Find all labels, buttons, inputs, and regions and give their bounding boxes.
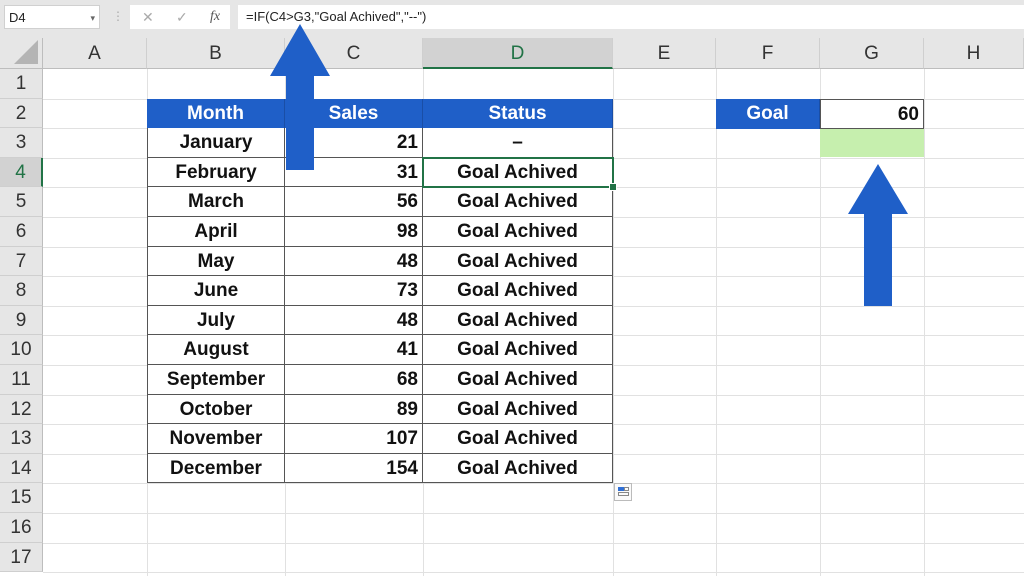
fill-handle[interactable] [609, 183, 617, 191]
select-all-icon [14, 40, 38, 64]
table-cell-status[interactable]: Goal Achived [423, 276, 613, 306]
quick-analysis-button[interactable] [614, 483, 632, 501]
table-cell-sales[interactable]: 154 [285, 453, 423, 484]
table-cell-sales[interactable]: 89 [285, 394, 423, 425]
table-cell-status[interactable]: Goal Achived [423, 187, 613, 217]
table-cell-status[interactable]: Goal Achived [423, 335, 613, 365]
row-header-4[interactable]: 4 [0, 157, 43, 188]
table-cell-month[interactable]: January [147, 128, 285, 158]
name-box[interactable]: D4 ▾ [4, 5, 100, 29]
gridline [716, 69, 717, 576]
goal-label-cell[interactable]: Goal [716, 99, 820, 129]
row-header-8[interactable]: 8 [0, 276, 43, 306]
table-cell-month[interactable]: September [147, 365, 285, 395]
table-header-status[interactable]: Status [423, 98, 613, 129]
table-cell-month[interactable]: October [147, 394, 285, 425]
table-cell-month[interactable]: April [147, 217, 285, 247]
formula-buttons: ✕ ✓ fx [130, 5, 230, 29]
table-cell-status[interactable]: Goal Achived [423, 394, 613, 425]
row-header-11[interactable]: 11 [0, 365, 43, 395]
row-header-7[interactable]: 7 [0, 246, 43, 277]
table-cell-month[interactable]: August [147, 335, 285, 365]
gridline [43, 483, 1024, 485]
enter-icon[interactable]: ✓ [176, 5, 188, 29]
table-cell-sales[interactable]: 48 [285, 246, 423, 277]
row-header-14[interactable]: 14 [0, 453, 43, 484]
column-header-a[interactable]: A [43, 38, 147, 69]
gridline [43, 542, 1024, 544]
row-header-17[interactable]: 17 [0, 542, 43, 573]
name-box-value: D4 [9, 10, 26, 25]
insert-function-icon[interactable]: fx [210, 5, 220, 29]
table-header-month[interactable]: Month [147, 98, 285, 129]
column-header-d[interactable]: D [423, 38, 613, 69]
row-header-1[interactable]: 1 [0, 69, 43, 99]
quick-analysis-icon-part [618, 492, 629, 496]
column-header-b[interactable]: B [147, 38, 285, 69]
table-cell-sales[interactable]: 73 [285, 276, 423, 306]
select-all-button[interactable] [0, 38, 43, 69]
row-header-2[interactable]: 2 [0, 98, 43, 129]
table-cell-sales[interactable]: 56 [285, 187, 423, 217]
table-cell-month[interactable]: December [147, 453, 285, 484]
goal-value-cell[interactable]: 60 [820, 99, 924, 129]
table-cell-sales[interactable]: 48 [285, 305, 423, 336]
table-cell-status[interactable]: Goal Achived [423, 217, 613, 247]
table-cell-month[interactable]: May [147, 246, 285, 277]
row-header-5[interactable]: 5 [0, 187, 43, 217]
table-cell-month[interactable]: March [147, 187, 285, 217]
row-header-13[interactable]: 13 [0, 424, 43, 454]
quick-analysis-icon-part [624, 487, 629, 491]
row-header-12[interactable]: 12 [0, 394, 43, 425]
table-cell-status[interactable]: – [423, 128, 613, 158]
drag-handle-icon[interactable]: ⋮ [112, 9, 124, 23]
table-cell-status[interactable]: Goal Achived [423, 157, 613, 188]
row-header-16[interactable]: 16 [0, 513, 43, 543]
arrow-up-goal-icon [848, 164, 908, 306]
table-cell-sales[interactable]: 107 [285, 424, 423, 454]
row-header-6[interactable]: 6 [0, 217, 43, 247]
cell-g3-highlighted[interactable] [820, 129, 924, 157]
gridline [43, 572, 1024, 574]
arrow-up-formula-icon [270, 24, 330, 170]
table-cell-status[interactable]: Goal Achived [423, 305, 613, 336]
row-header-10[interactable]: 10 [0, 335, 43, 365]
column-header-f[interactable]: F [716, 38, 820, 69]
formula-input[interactable]: =IF(C4>G3,"Goal Achived","--") [238, 5, 1024, 29]
table-cell-status[interactable]: Goal Achived [423, 424, 613, 454]
table-cell-status[interactable]: Goal Achived [423, 246, 613, 277]
row-header-3[interactable]: 3 [0, 128, 43, 158]
column-header-g[interactable]: G [820, 38, 924, 69]
column-header-h[interactable]: H [924, 38, 1024, 69]
row-header-15[interactable]: 15 [0, 483, 43, 513]
formula-bar-area: D4 ▾ ⋮ ✕ ✓ fx =IF(C4>G3,"Goal Achived","… [0, 0, 1024, 38]
table-cell-sales[interactable]: 41 [285, 335, 423, 365]
table-cell-month[interactable]: July [147, 305, 285, 336]
row-header-9[interactable]: 9 [0, 305, 43, 336]
column-header-e[interactable]: E [613, 38, 716, 69]
chevron-down-icon[interactable]: ▾ [90, 6, 95, 30]
gridline [43, 513, 1024, 514]
table-cell-sales[interactable]: 98 [285, 217, 423, 247]
table-cell-month[interactable]: November [147, 424, 285, 454]
gridline [924, 69, 925, 576]
table-cell-status[interactable]: Goal Achived [423, 365, 613, 395]
cancel-icon[interactable]: ✕ [142, 5, 154, 29]
table-cell-sales[interactable]: 68 [285, 365, 423, 395]
table-cell-status[interactable]: Goal Achived [423, 453, 613, 484]
table-cell-month[interactable]: February [147, 157, 285, 188]
table-cell-month[interactable]: June [147, 276, 285, 306]
